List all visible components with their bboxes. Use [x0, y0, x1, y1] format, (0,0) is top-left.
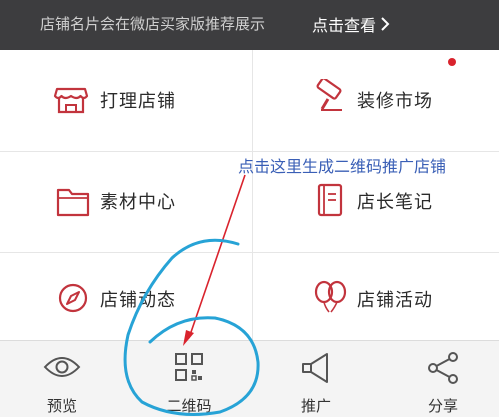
menu-item-label: 店铺动态	[100, 290, 176, 311]
share-icon	[428, 352, 458, 384]
menu-item-label: 素材中心	[100, 192, 176, 213]
notification-dot	[448, 58, 456, 66]
promo-banner[interactable]: 店铺名片会在微店买家版推荐展示 点击查看	[0, 0, 499, 50]
bottom-tab-bar: 预览 二维码 推广 分享	[0, 340, 499, 417]
tab-label: 二维码	[166, 397, 212, 415]
balloons-icon	[314, 280, 347, 313]
tab-share[interactable]: 分享	[393, 341, 493, 417]
menu-item-decoration-market[interactable]: 装修市场	[253, 50, 499, 151]
menu-grid: 打理店铺 装修市场 素材中心 店长笔记 店铺动态 店铺活动	[0, 50, 499, 345]
menu-item-label: 店长笔记	[357, 192, 433, 213]
qr-code-icon	[175, 353, 203, 381]
banner-text: 店铺名片会在微店买家版推荐展示	[40, 15, 266, 33]
folder-icon	[56, 188, 90, 217]
shop-icon	[53, 87, 89, 114]
banner-view-link[interactable]: 点击查看	[312, 12, 390, 36]
paint-roller-icon	[316, 79, 342, 111]
tab-label: 分享	[427, 397, 458, 415]
menu-item-label: 装修市场	[357, 91, 433, 112]
tab-promote[interactable]: 推广	[266, 341, 366, 417]
banner-link-label: 点击查看	[312, 16, 377, 35]
menu-item-shop-activities[interactable]: 店铺活动	[253, 252, 499, 345]
menu-item-material-center[interactable]: 素材中心	[0, 151, 249, 252]
compass-icon	[58, 283, 88, 313]
menu-item-label: 店铺活动	[357, 290, 433, 311]
megaphone-icon	[302, 353, 328, 383]
tab-label: 推广	[300, 397, 331, 415]
tab-label: 预览	[46, 397, 77, 415]
eye-icon	[43, 357, 81, 377]
annotation-text: 点击这里生成二维码推广店铺	[238, 157, 447, 176]
chevron-right-icon	[381, 17, 390, 31]
notebook-icon	[317, 183, 343, 217]
menu-item-shop-updates[interactable]: 店铺动态	[0, 252, 249, 345]
menu-item-manage-shop[interactable]: 打理店铺	[0, 50, 249, 151]
tab-qr-code[interactable]: 二维码	[139, 341, 239, 417]
tab-preview[interactable]: 预览	[12, 341, 112, 417]
menu-item-label: 打理店铺	[100, 91, 176, 112]
